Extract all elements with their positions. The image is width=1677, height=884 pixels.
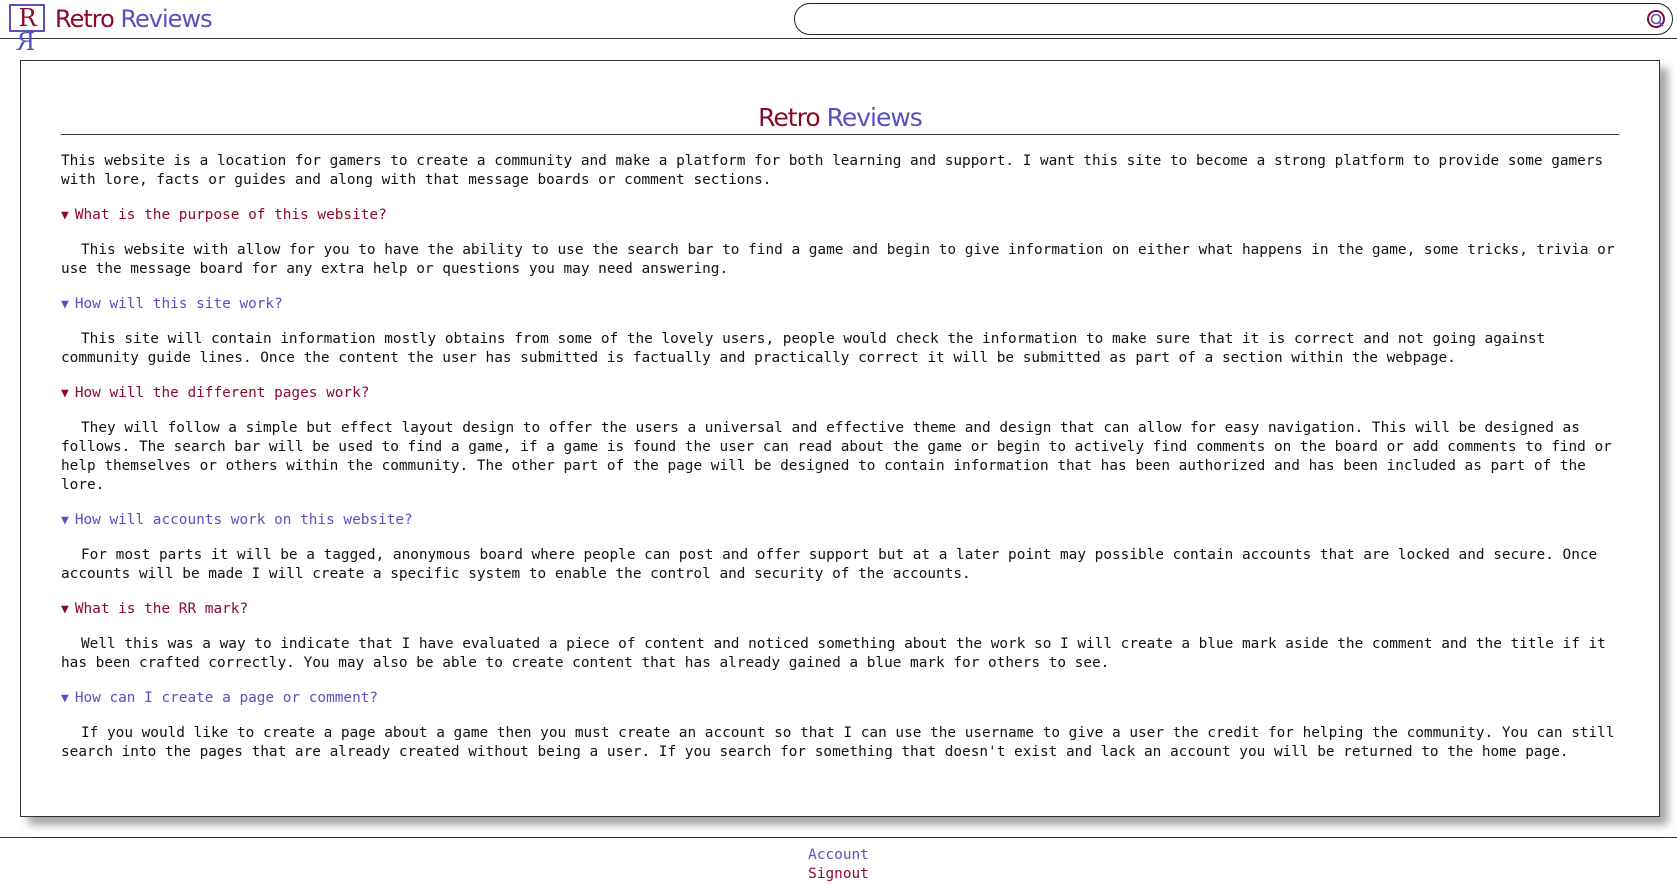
triangle-down-icon: ▼ xyxy=(61,602,69,617)
faq-question-toggle[interactable]: ▼ How will the different pages work? xyxy=(61,384,1621,403)
logo-letter-right: R xyxy=(18,28,36,56)
faq-answer: This website with allow for you to have … xyxy=(61,242,1615,277)
faq-item: ▼ How can I create a page or comment? If … xyxy=(61,689,1621,762)
faq-question-toggle[interactable]: ▼ What is the RR mark? xyxy=(61,600,1621,619)
triangle-down-icon: ▼ xyxy=(61,386,69,401)
faq-question-text: How can I create a page or comment? xyxy=(74,690,379,706)
faq-question-toggle[interactable]: ▼ How can I create a page or comment? xyxy=(61,689,1621,708)
faq-answer: They will follow a simple but effect lay… xyxy=(61,420,1612,493)
faq-answer: This site will contain information mostl… xyxy=(61,331,1546,366)
faq-question-toggle[interactable]: ▼ How will accounts work on this website? xyxy=(61,511,1621,530)
signout-link[interactable]: Signout xyxy=(0,865,1677,884)
faq-question-toggle[interactable]: ▼ How will this site work? xyxy=(61,295,1621,314)
search-icon[interactable] xyxy=(1646,9,1666,29)
search-input[interactable] xyxy=(811,8,1635,32)
faq-question-text: What is the RR mark? xyxy=(74,601,249,617)
triangle-down-icon: ▼ xyxy=(61,208,69,223)
triangle-down-icon: ▼ xyxy=(61,691,69,706)
title-word-reviews: Reviews xyxy=(826,103,923,132)
intro-paragraph: This website is a location for gamers to… xyxy=(61,153,1604,188)
faq-answer: Well this was a way to indicate that I h… xyxy=(61,636,1606,671)
search-bar xyxy=(794,3,1673,35)
main-panel: Retro Reviews This website is a location… xyxy=(20,60,1660,817)
faq-answer: For most parts it will be a tagged, anon… xyxy=(61,547,1598,582)
top-header: RR Retro Reviews xyxy=(0,0,1677,56)
triangle-down-icon: ▼ xyxy=(61,297,69,312)
triangle-down-icon: ▼ xyxy=(61,513,69,528)
title-word-retro: Retro xyxy=(758,103,820,132)
brand-name[interactable]: Retro Reviews xyxy=(55,5,213,33)
faq-item: ▼ What is the RR mark? Well this was a wa… xyxy=(61,600,1621,673)
brand-word-retro: Retro xyxy=(55,5,115,33)
brand-word-reviews: Reviews xyxy=(120,5,212,33)
rr-logo[interactable]: RR xyxy=(9,4,45,56)
page-content: This website is a location for gamers to… xyxy=(61,152,1621,778)
faq-item: ▼ How will the different pages work? They… xyxy=(61,384,1621,495)
footer: Account Signout xyxy=(0,837,1677,884)
faq-item: ▼ What is the purpose of this website? Th… xyxy=(61,206,1621,279)
faq-item: ▼ How will this site work? This site will… xyxy=(61,295,1621,368)
faq-question-text: How will accounts work on this website? xyxy=(74,512,413,528)
faq-question-text: How will this site work? xyxy=(74,296,283,312)
page-title: Retro Reviews xyxy=(61,103,1619,133)
faq-item: ▼ How will accounts work on this website?… xyxy=(61,511,1621,584)
faq-question-text: How will the different pages work? xyxy=(74,385,370,401)
faq-question-toggle[interactable]: ▼ What is the purpose of this website? xyxy=(61,206,1621,225)
faq-question-text: What is the purpose of this website? xyxy=(74,207,387,223)
faq-answer: If you would like to create a page about… xyxy=(61,725,1615,760)
title-divider xyxy=(61,134,1619,135)
account-link[interactable]: Account xyxy=(0,846,1677,865)
